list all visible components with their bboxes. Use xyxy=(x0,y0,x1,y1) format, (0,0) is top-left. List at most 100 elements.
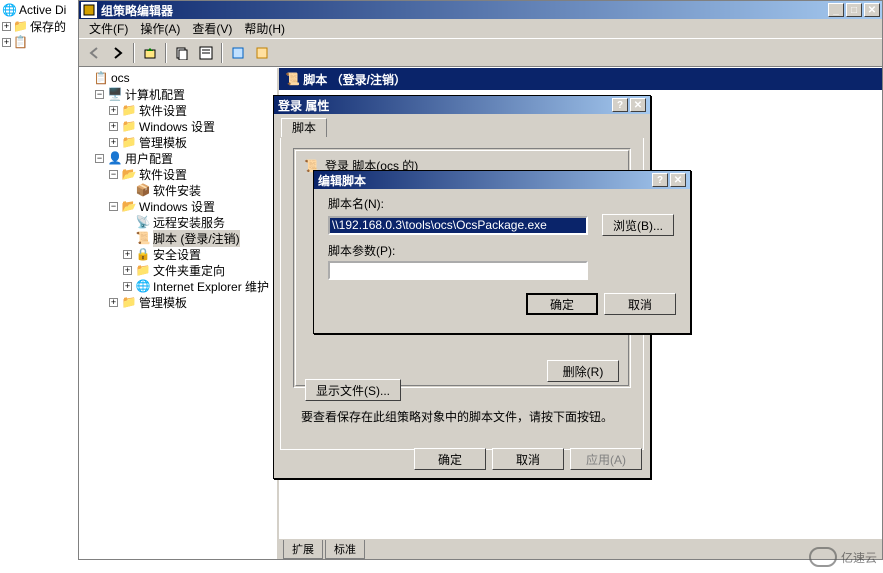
tree-label: ocs xyxy=(111,71,130,85)
close-button[interactable]: ✕ xyxy=(864,3,880,17)
cancel-button[interactable]: 取消 xyxy=(604,293,676,315)
tree-label: Windows 设置 xyxy=(139,198,215,215)
expand-icon[interactable]: + xyxy=(2,22,11,31)
user-icon: 👤 xyxy=(107,151,123,165)
delete-button[interactable]: 删除(R) xyxy=(547,360,619,382)
menu-bar: 文件(F) 操作(A) 查看(V) 帮助(H) xyxy=(79,19,882,39)
show-files-button[interactable]: 显示文件(S)... xyxy=(305,379,401,401)
app-icon xyxy=(81,2,97,18)
dialog-titlebar[interactable]: 编辑脚本 ? ✕ xyxy=(314,171,690,189)
tree-label: 文件夹重定向 xyxy=(153,262,225,279)
menu-file[interactable]: 文件(F) xyxy=(83,18,134,39)
watermark: 亿速云 xyxy=(809,547,877,567)
tab-scripts[interactable]: 脚本 xyxy=(281,118,327,137)
copy-button[interactable] xyxy=(171,42,193,64)
menu-help[interactable]: 帮助(H) xyxy=(238,18,291,39)
tree-ie-maintenance[interactable]: +🌐Internet Explorer 维护 xyxy=(81,278,275,294)
expand-icon[interactable]: + xyxy=(123,282,132,291)
folder-open-icon: 📂 xyxy=(121,167,137,181)
expand-icon[interactable]: + xyxy=(123,250,132,259)
hint-text: 要查看保存在此组策略对象中的脚本文件，请按下面按钮。 xyxy=(301,408,623,425)
tree-windows-settings-user[interactable]: −📂Windows 设置 xyxy=(81,198,275,214)
properties-button[interactable] xyxy=(195,42,217,64)
expand-icon[interactable]: + xyxy=(2,38,11,47)
bg-tree-item[interactable]: + 📋 xyxy=(2,34,76,50)
tree-label: 计算机配置 xyxy=(125,86,185,103)
script-name-input[interactable]: \\192.168.0.3\tools\ocs\OcsPackage.exe xyxy=(328,216,588,235)
tree-label: 管理模板 xyxy=(139,294,187,311)
background-tree: 🌐 Active Di + 📁 保存的 + 📋 xyxy=(0,0,78,573)
help-button[interactable]: ? xyxy=(652,173,668,187)
expand-icon[interactable]: + xyxy=(109,138,118,147)
folder-icon: 📁 xyxy=(135,263,151,277)
lock-icon: 🔒 xyxy=(135,247,151,261)
tree-label: 用户配置 xyxy=(125,150,173,167)
tab-extended[interactable]: 扩展 xyxy=(283,540,323,559)
maximize-button[interactable]: □ xyxy=(846,3,862,17)
tree-software-install[interactable]: 📦软件安装 xyxy=(81,182,275,198)
menu-action[interactable]: 操作(A) xyxy=(134,18,186,39)
tree-label: 脚本 (登录/注销) xyxy=(153,230,240,247)
toolbar xyxy=(79,39,882,67)
collapse-icon[interactable]: − xyxy=(95,154,104,163)
expand-icon[interactable]: + xyxy=(109,122,118,131)
cancel-button[interactable]: 取消 xyxy=(492,448,564,470)
help-button[interactable] xyxy=(251,42,273,64)
collapse-icon[interactable]: − xyxy=(109,170,118,179)
tree-label: 软件设置 xyxy=(139,102,187,119)
dialog-button-row: 确定 取消 xyxy=(314,283,690,315)
tree-security[interactable]: +🔒安全设置 xyxy=(81,246,275,262)
ok-button[interactable]: 确定 xyxy=(414,448,486,470)
expand-icon[interactable]: + xyxy=(123,266,132,275)
script-params-label: 脚本参数(P): xyxy=(328,242,690,259)
tree-admin-templates-user[interactable]: +📁管理模板 xyxy=(81,294,275,310)
tab-standard[interactable]: 标准 xyxy=(325,540,365,559)
bg-tree-label: 保存的 xyxy=(30,18,66,35)
tree-windows-settings[interactable]: +📁Windows 设置 xyxy=(81,118,275,134)
collapse-icon[interactable]: − xyxy=(109,202,118,211)
window-titlebar[interactable]: 组策略编辑器 _ □ ✕ xyxy=(79,1,882,19)
forward-button[interactable] xyxy=(107,42,129,64)
help-button[interactable]: ? xyxy=(612,98,628,112)
ok-button[interactable]: 确定 xyxy=(526,293,598,315)
close-button[interactable]: ✕ xyxy=(670,173,686,187)
tree-software-settings-user[interactable]: −📂软件设置 xyxy=(81,166,275,182)
up-button[interactable] xyxy=(139,42,161,64)
script-params-input[interactable] xyxy=(328,261,588,280)
policy-icon: 📋 xyxy=(93,71,109,85)
tree-scripts[interactable]: 📜脚本 (登录/注销) xyxy=(81,230,275,246)
window-title: 组策略编辑器 xyxy=(101,2,826,19)
cloud-icon xyxy=(809,547,837,567)
tree-label: Internet Explorer 维护 xyxy=(153,278,269,295)
tree-folder-redirect[interactable]: +📁文件夹重定向 xyxy=(81,262,275,278)
back-button[interactable] xyxy=(83,42,105,64)
expand-icon[interactable]: + xyxy=(109,106,118,115)
dialog-title: 编辑脚本 xyxy=(318,172,650,189)
tree-root[interactable]: 📋ocs xyxy=(81,70,275,86)
collapse-icon[interactable]: − xyxy=(95,90,104,99)
dialog-titlebar[interactable]: 登录 属性 ? ✕ xyxy=(274,96,650,114)
watermark-text: 亿速云 xyxy=(841,549,877,566)
edit-script-dialog: 编辑脚本 ? ✕ 脚本名(N): \\192.168.0.3\tools\ocs… xyxy=(313,170,691,334)
bg-tree-item[interactable]: 🌐 Active Di xyxy=(2,2,76,18)
tree-panel[interactable]: 📋ocs −🖥️计算机配置 +📁软件设置 +📁Windows 设置 +📁管理模板… xyxy=(79,68,279,559)
tree-software-settings[interactable]: +📁软件设置 xyxy=(81,102,275,118)
minimize-button[interactable]: _ xyxy=(828,3,844,17)
browse-button[interactable]: 浏览(B)... xyxy=(602,214,674,236)
refresh-button[interactable] xyxy=(227,42,249,64)
folder-icon: 📁 xyxy=(121,135,137,149)
tree-label: Windows 设置 xyxy=(139,118,215,135)
bg-tree-item[interactable]: + 📁 保存的 xyxy=(2,18,76,34)
tree-label: 远程安装服务 xyxy=(153,214,225,231)
separator xyxy=(221,43,223,63)
tree-remote-install[interactable]: 📡远程安装服务 xyxy=(81,214,275,230)
menu-view[interactable]: 查看(V) xyxy=(186,18,238,39)
close-button[interactable]: ✕ xyxy=(630,98,646,112)
expand-icon[interactable]: + xyxy=(109,298,118,307)
tree-user-config[interactable]: −👤用户配置 xyxy=(81,150,275,166)
tree-admin-templates[interactable]: +📁管理模板 xyxy=(81,134,275,150)
script-icon: 📜 xyxy=(135,231,151,245)
apply-button[interactable]: 应用(A) xyxy=(570,448,642,470)
script-icon: 📜 xyxy=(285,72,300,86)
tree-computer-config[interactable]: −🖥️计算机配置 xyxy=(81,86,275,102)
